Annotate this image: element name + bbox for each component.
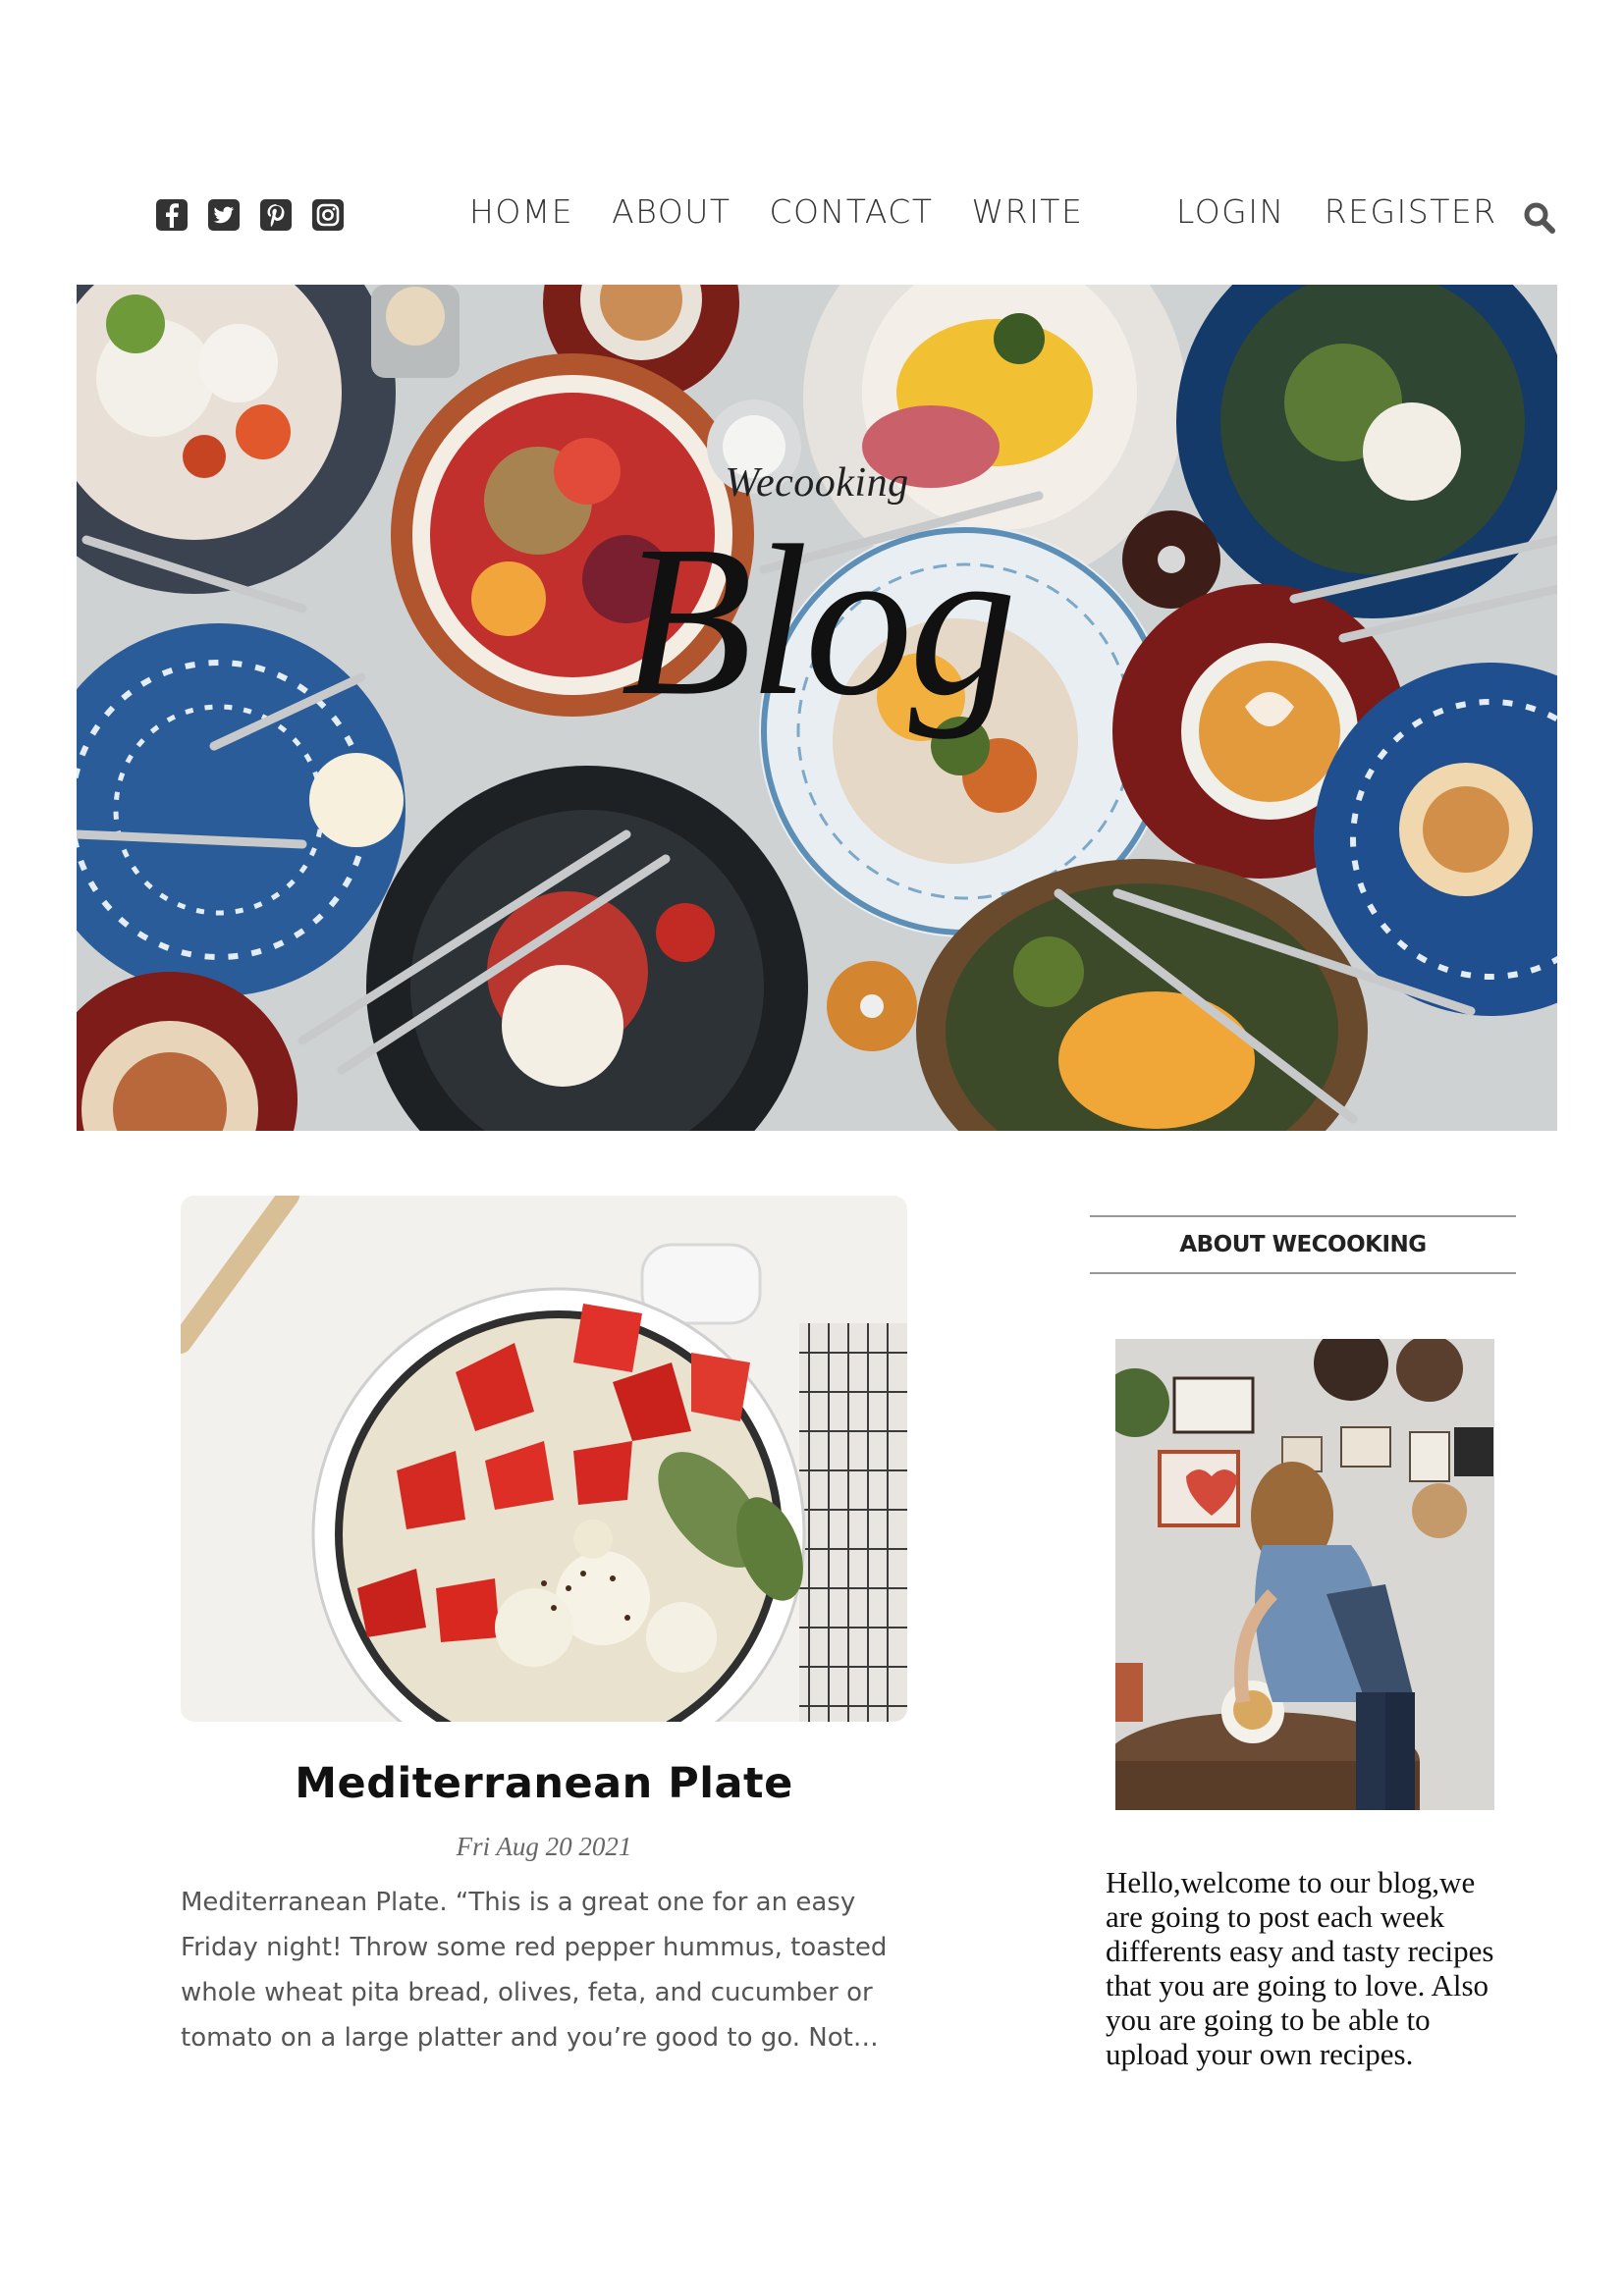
search-icon[interactable] <box>1522 200 1557 236</box>
twitter-icon[interactable] <box>207 198 241 232</box>
main-nav: HOME ABOUT CONTACT WRITE <box>469 192 1083 231</box>
top-bar: HOME ABOUT CONTACT WRITE LOGIN REGISTER <box>0 187 1624 245</box>
hero-banner: Wecooking Blog <box>77 285 1557 1131</box>
post-image[interactable] <box>181 1196 907 1722</box>
auth-nav: LOGIN REGISTER <box>1176 192 1497 231</box>
sidebar-text: Hello,welcome to our blog,we are going t… <box>1106 1865 1494 2071</box>
login-link[interactable]: LOGIN <box>1176 192 1285 231</box>
register-link[interactable]: REGISTER <box>1325 192 1497 231</box>
instagram-icon[interactable] <box>311 198 345 232</box>
pinterest-icon[interactable] <box>259 198 293 232</box>
nav-home[interactable]: HOME <box>469 192 573 231</box>
post-excerpt: Mediterranean Plate. “This is a great on… <box>181 1888 888 2053</box>
sidebar-about: ABOUT WECOOKING Hello,welcome to our blo… <box>1090 1215 1516 2071</box>
hero-subtitle: Wecooking <box>725 460 909 506</box>
sidebar-title: ABOUT WECOOKING <box>1090 1215 1516 1274</box>
post-title[interactable]: Mediterranean Plate <box>181 1759 907 1808</box>
hero-title: Blog <box>621 501 1017 740</box>
social-links <box>155 198 345 232</box>
facebook-icon[interactable] <box>155 198 189 232</box>
cook-photo <box>1115 1339 1494 1810</box>
post-date: Fri Aug 20 2021 <box>456 1832 632 1861</box>
nav-about[interactable]: ABOUT <box>612 192 731 231</box>
post-card[interactable]: Mediterranean Plate Fri Aug 20 2021 Medi… <box>181 1196 907 2060</box>
post-food-image <box>181 1196 907 1722</box>
sidebar-image <box>1115 1339 1494 1810</box>
nav-write[interactable]: WRITE <box>972 192 1084 231</box>
nav-contact[interactable]: CONTACT <box>770 192 934 231</box>
